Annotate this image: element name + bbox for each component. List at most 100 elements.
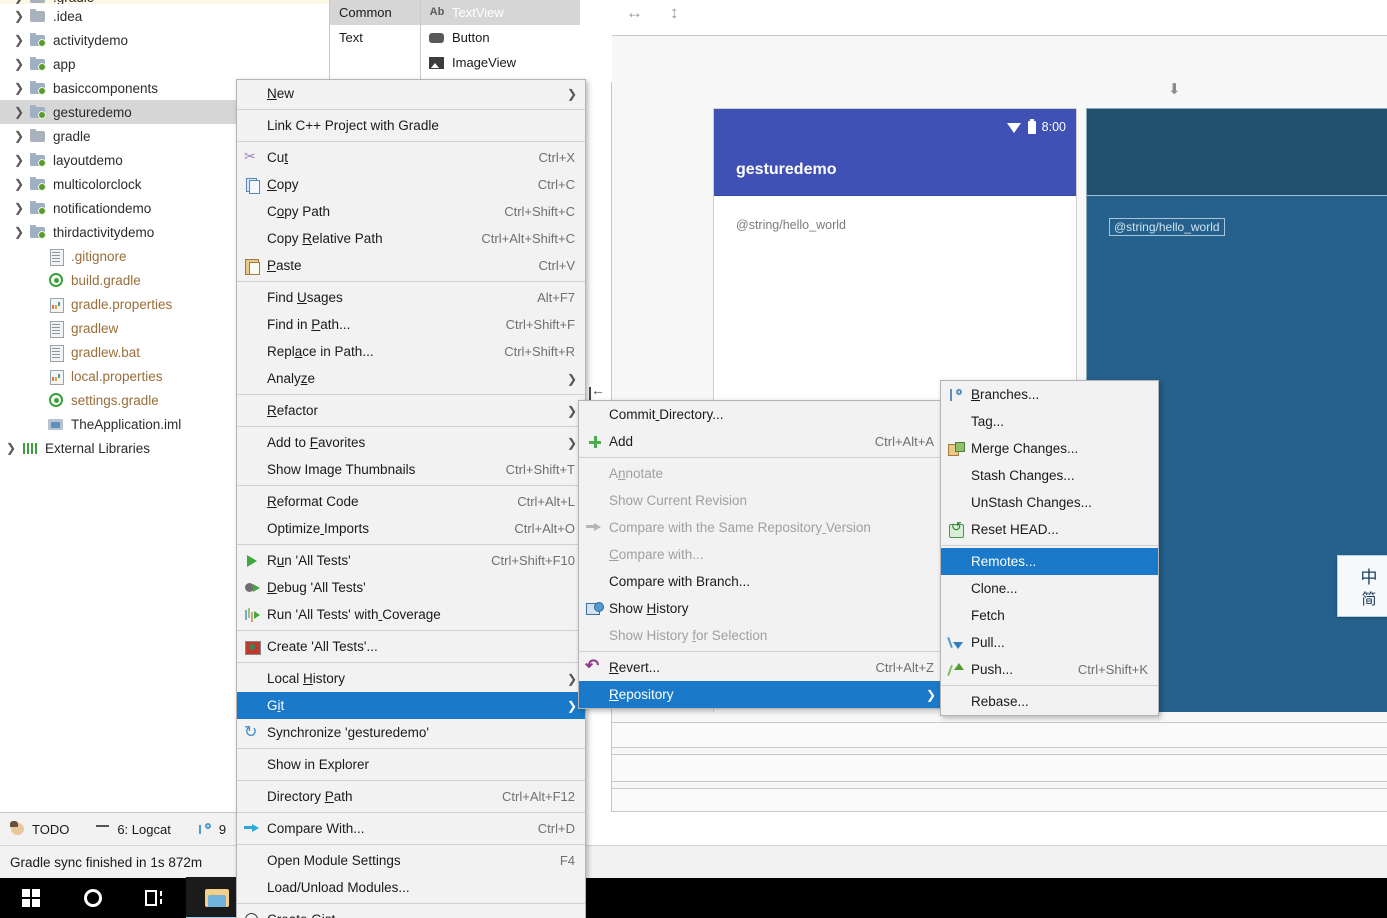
menu-item-find-usages[interactable]: Find Usages Alt+F7: [237, 284, 585, 311]
menu-item-new[interactable]: New ❯: [237, 80, 585, 107]
expand-arrow-icon[interactable]: ❯: [10, 178, 28, 190]
menu-item-analyze[interactable]: Analyze ❯: [237, 365, 585, 392]
menu-item-add[interactable]: Add Ctrl+Alt+A: [579, 428, 944, 455]
menu-item-revert[interactable]: Revert... Ctrl+Alt+Z: [579, 654, 944, 681]
menu-item-synchronize-gesturedemo[interactable]: Synchronize 'gesturedemo': [237, 719, 585, 746]
device-content[interactable]: @string/hello_world: [714, 196, 1076, 254]
menu-item-optimize-imports[interactable]: Optimize Imports Ctrl+Alt+O: [237, 515, 585, 542]
expand-arrow-icon[interactable]: ❯: [10, 82, 28, 94]
download-icon[interactable]: [1168, 80, 1186, 102]
menu-separator: [237, 903, 585, 904]
expand-arrow-icon[interactable]: ❯: [10, 0, 28, 3]
menu-item-reset-head[interactable]: Reset HEAD...: [941, 516, 1158, 543]
menu-item-label: Show in Explorer: [267, 757, 370, 772]
ime-indicator[interactable]: 中 简: [1337, 555, 1387, 617]
menu-item-tag[interactable]: Tag...: [941, 408, 1158, 435]
menu-item-open-module-settings[interactable]: Open Module Settings F4: [237, 847, 585, 874]
menu-item-reformat-code[interactable]: Reformat Code Ctrl+Alt+L: [237, 488, 585, 515]
menu-item-commit-directory[interactable]: Commit Directory...: [579, 401, 944, 428]
menu-item-copy-relative-path[interactable]: Copy Relative Path Ctrl+Alt+Shift+C: [237, 225, 585, 252]
palette-item-label: TextView: [452, 5, 504, 20]
todo-icon: [10, 821, 26, 837]
start-button[interactable]: [0, 878, 62, 918]
menu-item-directory-path[interactable]: Directory Path Ctrl+Alt+F12: [237, 783, 585, 810]
tool-window-todo[interactable]: TODO: [10, 821, 69, 837]
menu-item-compare-with-branch[interactable]: Compare with Branch...: [579, 568, 944, 595]
menu-item-label: Reset HEAD...: [971, 522, 1059, 537]
menu-item-shortcut: F4: [559, 853, 575, 868]
menu-item-add-to-favorites[interactable]: Add to Favorites ❯: [237, 429, 585, 456]
menu-item-local-history[interactable]: Local History ❯: [237, 665, 585, 692]
menu-item-create-all-tests[interactable]: Create 'All Tests'...: [237, 633, 585, 660]
palette-category-text[interactable]: Text: [330, 25, 420, 50]
expand-arrow-icon[interactable]: ❯: [10, 106, 28, 118]
menu-item-refactor[interactable]: Refactor ❯: [237, 397, 585, 424]
tree-item-label: multicolorclock: [53, 176, 142, 192]
menu-item-label: Tag...: [971, 414, 1005, 429]
project-context-menu[interactable]: New ❯ Link C++ Project with Gradle Cut Ctrl+…: [236, 79, 586, 918]
menu-item-paste[interactable]: Paste Ctrl+V: [237, 252, 585, 279]
module-folder-icon: [28, 200, 48, 216]
menu-item-rebase[interactable]: Rebase...: [941, 688, 1158, 715]
menu-item-unstash-changes[interactable]: UnStash Changes...: [941, 489, 1158, 516]
expand-arrow-icon[interactable]: ❯: [10, 226, 28, 238]
menu-item-load-unload-modules[interactable]: Load/Unload Modules...: [237, 874, 585, 901]
menu-item-show-history[interactable]: Show History: [579, 595, 944, 622]
vertical-resize-icon[interactable]: [670, 3, 692, 29]
expand-arrow-icon[interactable]: ❯: [10, 202, 28, 214]
menu-item-push[interactable]: Push... Ctrl+Shift+K: [941, 656, 1158, 683]
menu-item-cut[interactable]: Cut Ctrl+X: [237, 144, 585, 171]
blueprint-textview[interactable]: @string/hello_world: [1109, 218, 1225, 236]
expand-arrow-icon[interactable]: ❯: [10, 10, 28, 22]
tree-item-label: layoutdemo: [53, 152, 123, 168]
git-submenu[interactable]: Commit Directory... Add Ctrl+Alt+A Annotate…: [578, 400, 945, 709]
tree-item-app[interactable]: ❯ app: [0, 52, 329, 76]
menu-item-shortcut: Ctrl+Alt+F12: [502, 789, 575, 804]
menu-item-branches[interactable]: Branches...: [941, 381, 1158, 408]
menu-item-git[interactable]: Git ❯: [237, 692, 585, 719]
horizontal-resize-icon[interactable]: [626, 3, 648, 29]
menu-item-merge-changes[interactable]: Merge Changes...: [941, 435, 1158, 462]
menu-item-pull[interactable]: Pull...: [941, 629, 1158, 656]
copy-icon: [243, 177, 261, 194]
task-view-button[interactable]: [124, 878, 186, 918]
menu-item-label: Replace in Path...: [267, 344, 374, 359]
menu-item-copy-path[interactable]: Copy Path Ctrl+Shift+C: [237, 198, 585, 225]
menu-item-run-all-tests[interactable]: Run 'All Tests' Ctrl+Shift+F10: [237, 547, 585, 574]
windows-taskbar[interactable]: [0, 877, 1387, 918]
palette-category-common[interactable]: Common: [330, 0, 420, 25]
tool-window-6-logcat[interactable]: 6: Logcat: [95, 821, 171, 837]
cut-icon: [243, 148, 261, 166]
cortana-button[interactable]: [62, 878, 124, 918]
menu-item-fetch[interactable]: Fetch: [941, 602, 1158, 629]
menu-item-copy[interactable]: Copy Ctrl+C: [237, 171, 585, 198]
menu-item-find-in-path[interactable]: Find in Path... Ctrl+Shift+F: [237, 311, 585, 338]
menu-item-clone[interactable]: Clone...: [941, 575, 1158, 602]
menu-item-link-c++-project-with-gradle[interactable]: Link C++ Project with Gradle: [237, 112, 585, 139]
module-badge-icon: [38, 87, 46, 95]
palette-panel[interactable]: Common Text Ab TextView Button ImageView: [330, 0, 612, 82]
menu-item-run-all-tests-with-coverage[interactable]: Run 'All Tests' with Coverage: [237, 601, 585, 628]
menu-item-debug-all-tests[interactable]: Debug 'All Tests': [237, 574, 585, 601]
tool-window-9[interactable]: 9: [197, 821, 226, 837]
tree-item-activitydemo[interactable]: ❯ activitydemo: [0, 28, 329, 52]
expand-arrow-icon[interactable]: ❯: [10, 130, 28, 142]
menu-item-repository[interactable]: Repository ❯: [579, 681, 944, 708]
menu-item-replace-in-path[interactable]: Replace in Path... Ctrl+Shift+R: [237, 338, 585, 365]
expand-arrow-icon[interactable]: ❯: [10, 34, 28, 46]
run-icon: [243, 553, 261, 569]
expand-arrow-icon[interactable]: ❯: [10, 154, 28, 166]
palette-categories[interactable]: Common Text: [330, 0, 421, 81]
menu-item-remotes[interactable]: Remotes...: [941, 548, 1158, 575]
expand-arrow-icon[interactable]: ❯: [2, 442, 20, 454]
menu-item-compare-with[interactable]: Compare With... Ctrl+D: [237, 815, 585, 842]
menu-item-create-gist[interactable]: Create Gist...: [237, 906, 585, 918]
designer-toolbar[interactable]: [612, 0, 1387, 36]
hello-world-textview[interactable]: @string/hello_world: [736, 218, 846, 232]
repository-submenu[interactable]: Branches... Tag... Merge Changes... Stash C…: [940, 380, 1159, 716]
expand-arrow-icon[interactable]: ❯: [10, 58, 28, 70]
tree-item--idea[interactable]: ❯ .idea: [0, 4, 329, 28]
menu-item-show-in-explorer[interactable]: Show in Explorer: [237, 751, 585, 778]
menu-item-show-image-thumbnails[interactable]: Show Image Thumbnails Ctrl+Shift+T: [237, 456, 585, 483]
menu-item-stash-changes[interactable]: Stash Changes...: [941, 462, 1158, 489]
